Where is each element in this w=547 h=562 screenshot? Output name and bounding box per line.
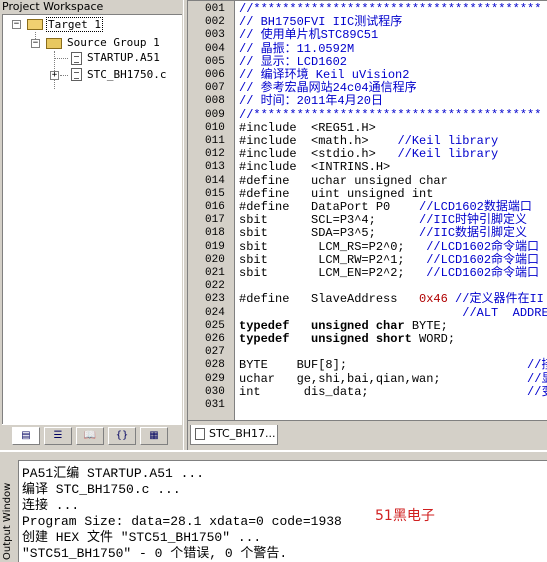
line-number: 030 [205,385,225,398]
output-window-sidebar: Output Window [0,452,18,562]
code-line: #include <INTRINS.H> [239,160,391,175]
watermark-text: 51黑电子 [375,508,435,524]
line-number: 020 [205,253,225,266]
tree-item-startup-file[interactable]: STARTUP.A51 [87,50,160,66]
target-folder-icon [27,19,43,30]
project-workspace-panel: Project Workspace − Target 1 − Source Gr… [0,0,183,450]
line-number: 022 [205,280,225,293]
code-line: sbit SDA=P3^5; //IIC数据引脚定义 [239,226,528,241]
file-icon [195,428,205,440]
line-number: 016 [205,201,225,213]
line-number: 015 [205,187,225,200]
line-number: 001 [205,3,225,15]
tree-item-source-group[interactable]: Source Group 1 [67,35,160,51]
line-number: 011 [205,135,225,147]
code-line: #define uint unsigned int [239,186,434,201]
file-icon [71,52,82,65]
code-line: BYTE BUF[8]; //接 [239,358,547,373]
output-line: PA51汇编 STARTUP.A51 ... [22,466,205,481]
output-line: 创建 HEX 文件 "STC51_BH1750" ... [22,530,262,545]
line-number: 023 [205,293,225,306]
code-line: sbit LCM_RW=P2^1; //LCD1602命令端口 [239,252,540,267]
output-log[interactable]: PA51汇编 STARTUP.A51 ... 编译 STC_BH1750.c .… [18,460,547,562]
code-line: #include <math.h> //Keil library [239,134,499,148]
code-line: typedef unsigned short WORD; [239,332,456,346]
code-line: #define uchar unsigned char [239,173,448,188]
line-number: 027 [205,346,225,359]
line-number: 029 [205,372,225,385]
collapse-target-icon[interactable]: − [12,20,21,29]
line-number: 026 [205,333,225,345]
workspace-title: Project Workspace [0,0,183,14]
tree-item-main-file[interactable]: STC_BH1750.c [87,67,166,83]
code-line: #include <REG51.H> [239,120,376,135]
editor-tab-bar: STC_BH17... [188,420,547,450]
line-number: 006 [205,69,225,81]
code-line: // 使用单片机STC89C51 [239,28,379,43]
line-number: 031 [205,399,225,411]
code-line: #define SlaveAddress 0x46 //定义器件在II [239,292,544,307]
code-line: int dis_data; //变 [239,384,547,399]
line-number: 008 [205,95,225,108]
tree-item-target[interactable]: Target 1 [46,17,103,33]
code-line: sbit LCM_RS=P2^0; //LCD1602命令端口 [239,239,540,254]
output-window: Output Window PA51汇编 STARTUP.A51 ... 编译 … [0,450,547,562]
editor-tab-label: STC_BH17... [209,427,276,440]
line-number: 012 [205,148,225,161]
project-tree: − Target 1 − Source Group 1 STARTUP.A51 … [2,14,182,424]
code-line: // 晶振：11.0592M [239,41,355,56]
code-editor[interactable]: 001 //***********************************… [188,0,547,420]
editor-tab-file[interactable]: STC_BH17... [190,425,278,445]
books-tab-icon[interactable]: 📖 [76,427,104,445]
code-line: //**************************************… [239,107,542,122]
target-label: Target 1 [46,17,103,32]
code-line: // 时间：2011年4月20日 [239,94,384,109]
file-icon [71,68,82,81]
group-folder-icon [46,38,62,49]
output-line: 编译 STC_BH1750.c ... [22,482,181,497]
code-line: #include <stdio.h> //Keil library [239,147,499,162]
line-number: 024 [205,306,225,319]
line-number: 005 [205,55,225,68]
line-number: 003 [205,29,225,42]
code-line: typedef unsigned char BYTE; [239,318,448,333]
output-window-label: Output Window [2,482,13,560]
files-tab-icon[interactable]: ▤ [12,427,40,445]
workspace-tab-bar: ▤ ☰ 📖 {} ▦ [2,424,182,448]
tree-connector [60,75,68,76]
line-number: 010 [205,121,225,134]
code-line: //ALT ADDRESS [239,305,547,320]
line-number: 025 [205,319,225,332]
expand-file-icon[interactable]: + [50,71,59,80]
line-number: 007 [205,82,225,95]
tree-connector [54,58,68,59]
line-number: 004 [205,42,225,55]
line-number: 002 [205,16,225,29]
line-number: 028 [205,359,225,372]
functions-tab-icon[interactable]: {} [108,427,136,445]
templates-tab-icon[interactable]: ▦ [140,427,168,445]
line-number: 009 [205,108,225,121]
output-line: "STC51_BH1750" - 0 个错误, 0 个警告. [22,546,288,561]
line-number: 013 [205,161,225,174]
registers-tab-icon[interactable]: ☰ [44,427,72,445]
line-number: 014 [205,174,225,187]
code-line: sbit LCM_EN=P2^2; //LCD1602命令端口 [239,266,540,280]
code-line: // 显示：LCD1602 [239,54,348,69]
output-line: 连接 ... [22,498,80,513]
code-line: uchar ge,shi,bai,qian,wan; //显 [239,371,547,386]
line-number: 021 [205,267,225,279]
line-number: 019 [205,240,225,253]
collapse-group-icon[interactable]: − [31,39,40,48]
output-line: Program Size: data=28.1 xdata=0 code=193… [22,514,342,529]
line-number: 017 [205,214,225,227]
line-number: 018 [205,227,225,240]
